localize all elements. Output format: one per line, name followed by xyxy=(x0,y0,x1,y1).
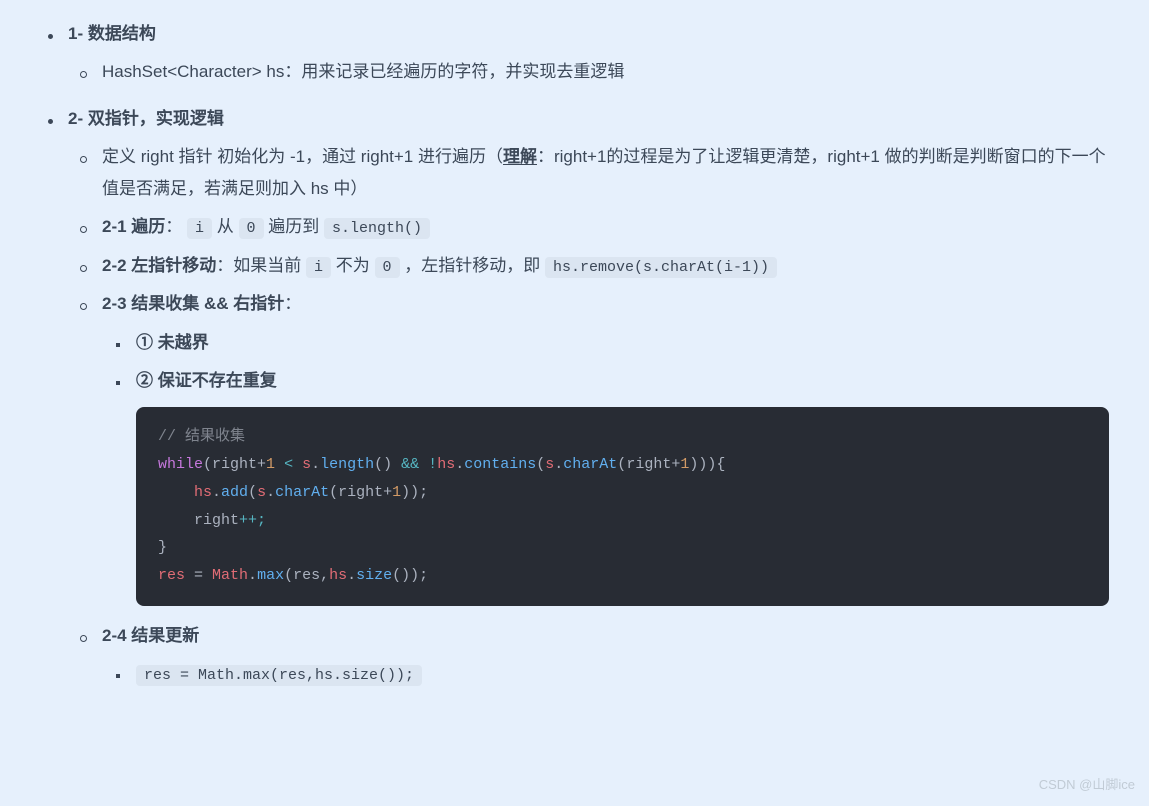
code-text: s xyxy=(257,484,266,501)
code-text: hs xyxy=(437,456,455,473)
list-item: 定义 right 指针 初始化为 -1，通过 right+1 进行遍历（理解：r… xyxy=(68,141,1109,206)
code-op: < xyxy=(275,456,302,473)
code-text: , xyxy=(320,567,329,584)
s2-1-label: 2-1 遍历 xyxy=(102,217,165,236)
text: 从 xyxy=(212,217,238,236)
code-op: && xyxy=(401,456,419,473)
list-item: 2- 双指针，实现逻辑 定义 right 指针 初始化为 -1，通过 right… xyxy=(40,103,1109,691)
code-text: hs xyxy=(329,567,347,584)
code-text: right+ xyxy=(626,456,680,473)
code-fn: charAt xyxy=(275,484,329,501)
code-text: = xyxy=(185,567,212,584)
code-inline: hs.remove(s.charAt(i-1)) xyxy=(545,257,777,278)
code-text: } xyxy=(158,539,167,556)
list-item: HashSet<Character> hs：用来记录已经遍历的字符，并实现去重逻… xyxy=(68,56,1109,88)
s2-4-label: 2-4 结果更新 xyxy=(102,626,199,645)
code-number: 1 xyxy=(392,484,401,501)
list-item: ② 保证不存在重复 // 结果收集 while(right+1 < s.leng… xyxy=(102,365,1109,606)
section-2-def-underline: 理解 xyxy=(503,147,537,166)
code-text: . xyxy=(455,456,464,473)
code-text: s xyxy=(302,456,311,473)
code-fn: size xyxy=(356,567,392,584)
code-text xyxy=(158,512,194,529)
code-fn: charAt xyxy=(563,456,617,473)
code-text: . xyxy=(248,567,257,584)
list-item: 2-4 结果更新 res = Math.max(res,hs.size()); xyxy=(68,620,1109,691)
s2-3-sub2: ② 保证不存在重复 xyxy=(136,371,277,390)
text: 遍历到 xyxy=(264,217,324,236)
code-text: ( xyxy=(203,456,212,473)
text: ：如果当前 xyxy=(216,256,306,275)
document-outline: 1- 数据结构 HashSet<Character> hs：用来记录已经遍历的字… xyxy=(40,18,1109,691)
text: 不为 xyxy=(331,256,374,275)
code-number: 1 xyxy=(266,456,275,473)
code-text: hs xyxy=(194,484,212,501)
s2-2-label: 2-2 左指针移动 xyxy=(102,256,216,275)
code-text: s xyxy=(545,456,554,473)
code-text: . xyxy=(554,456,563,473)
code-fn: add xyxy=(221,484,248,501)
code-fn: length xyxy=(320,456,374,473)
s2-3-label: 2-3 结果收集 && 右指针 xyxy=(102,294,284,313)
code-comment: // 结果收集 xyxy=(158,428,245,445)
code-text: ( xyxy=(284,567,293,584)
code-text: ))){ xyxy=(689,456,725,473)
list-item: 2-1 遍历： i 从 0 遍历到 s.length() xyxy=(68,211,1109,244)
code-text: () xyxy=(374,456,401,473)
code-inline: i xyxy=(187,218,212,239)
list-item: 2-3 结果收集 && 右指针： ① 未越界 ② 保证不存在重复 // 结果收集… xyxy=(68,288,1109,605)
code-fn: contains xyxy=(464,456,536,473)
section-1-title: 1- 数据结构 xyxy=(68,24,156,43)
code-inline: res = Math.max(res,hs.size()); xyxy=(136,665,422,686)
code-inline: s.length() xyxy=(324,218,430,239)
section-2-def-p1: 定义 right 指针 初始化为 -1，通过 right+1 进行遍历（ xyxy=(102,147,503,166)
code-text: . xyxy=(311,456,320,473)
code-text: . xyxy=(347,567,356,584)
text: ： xyxy=(284,294,301,313)
s2-3-sub1: ① 未越界 xyxy=(136,333,209,352)
code-keyword: while xyxy=(158,456,203,473)
code-text: . xyxy=(212,484,221,501)
code-text: ( xyxy=(329,484,338,501)
text: ，左指针移动，即 xyxy=(400,256,545,275)
section-2-title: 2- 双指针，实现逻辑 xyxy=(68,109,224,128)
code-inline: i xyxy=(306,257,331,278)
code-text: . xyxy=(266,484,275,501)
code-text: right xyxy=(194,512,239,529)
list-item: ① 未越界 xyxy=(102,327,1109,359)
code-block: // 结果收集 while(right+1 < s.length() && !h… xyxy=(136,407,1109,606)
list-item: 1- 数据结构 HashSet<Character> hs：用来记录已经遍历的字… xyxy=(40,18,1109,89)
section-1-item-1: HashSet<Character> hs：用来记录已经遍历的字符，并实现去重逻… xyxy=(102,62,624,81)
code-op: ++; xyxy=(239,512,266,529)
code-op: ! xyxy=(428,456,437,473)
list-item: 2-2 左指针移动：如果当前 i 不为 0 ，左指针移动，即 hs.remove… xyxy=(68,250,1109,283)
code-text: right+ xyxy=(338,484,392,501)
code-text: ( xyxy=(248,484,257,501)
code-text: ( xyxy=(536,456,545,473)
code-text xyxy=(158,484,194,501)
code-inline: 0 xyxy=(239,218,264,239)
code-text: Math xyxy=(212,567,248,584)
code-text xyxy=(419,456,428,473)
code-text: right+ xyxy=(212,456,266,473)
code-inline: 0 xyxy=(375,257,400,278)
code-text: res xyxy=(293,567,320,584)
code-text: ()); xyxy=(392,567,428,584)
s2-1-colon: ： xyxy=(165,217,182,236)
code-text: ( xyxy=(617,456,626,473)
code-text: res xyxy=(158,567,185,584)
code-fn: max xyxy=(257,567,284,584)
list-item: res = Math.max(res,hs.size()); xyxy=(102,658,1109,691)
code-number: 1 xyxy=(680,456,689,473)
code-text: )); xyxy=(401,484,428,501)
watermark: CSDN @山脚ice xyxy=(1039,773,1135,798)
